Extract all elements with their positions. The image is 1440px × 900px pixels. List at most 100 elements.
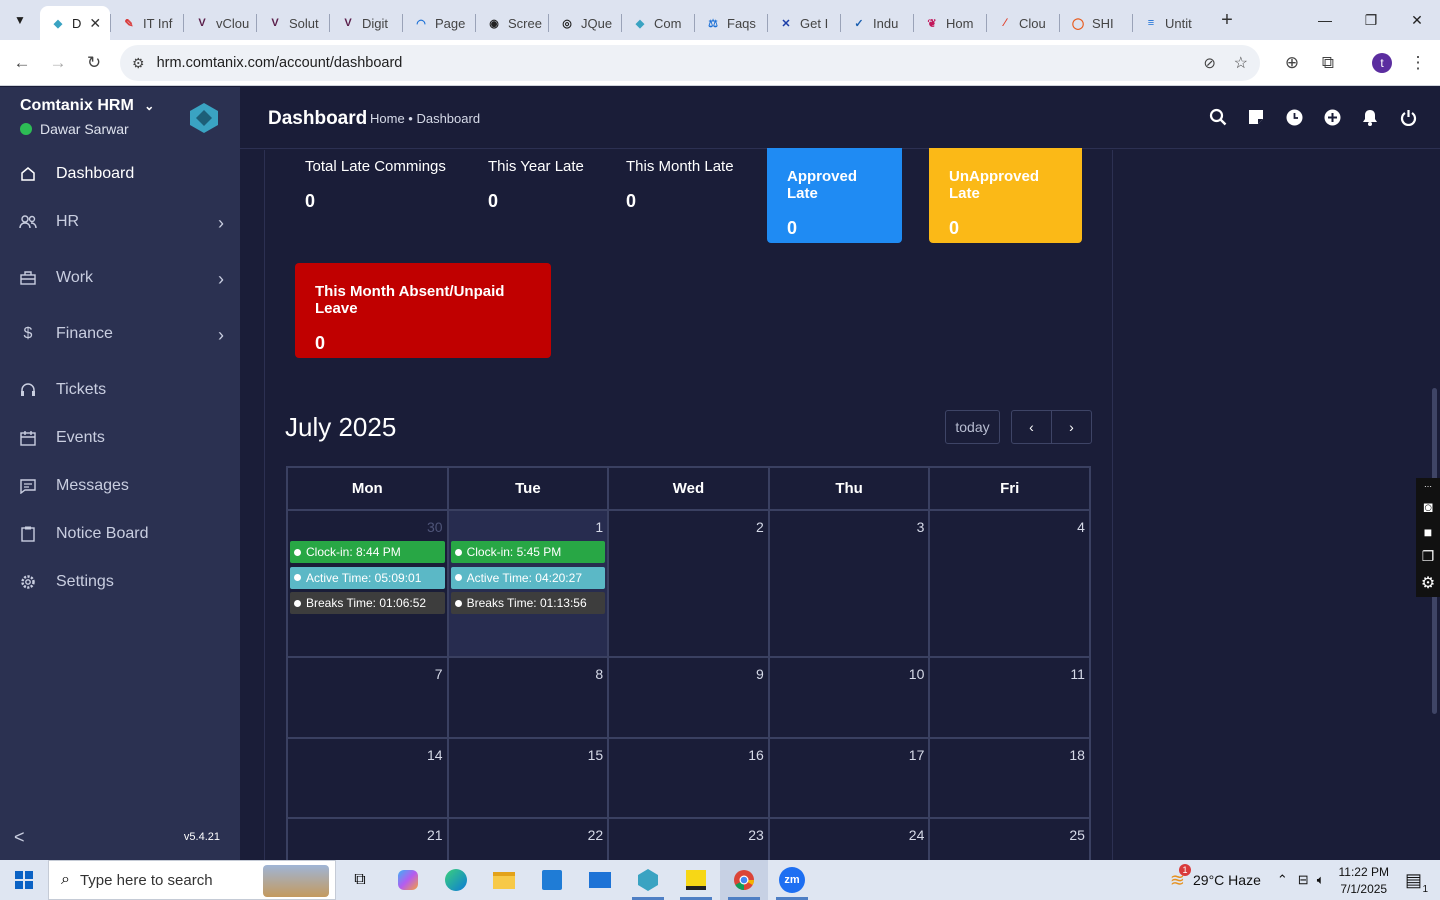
browser-tab[interactable]: ✎ IT Inf: [111, 6, 183, 40]
day-number[interactable]: 2: [756, 519, 764, 535]
forward-button[interactable]: →: [40, 45, 76, 81]
translate-icon[interactable]: ⊕: [1274, 45, 1310, 81]
day-number[interactable]: 1: [595, 519, 603, 535]
calendar-event[interactable]: Active Time: 05:09:01: [290, 566, 445, 589]
back-button[interactable]: ←: [4, 45, 40, 81]
calendar-event[interactable]: Active Time: 04:20:27: [450, 566, 606, 589]
weather-text[interactable]: 29°C Haze: [1193, 872, 1261, 888]
browser-tab[interactable]: VvClou: [184, 6, 256, 40]
day-number[interactable]: 9: [756, 666, 764, 682]
add-circle-icon[interactable]: [1322, 107, 1342, 127]
site-info-icon[interactable]: ⚙: [132, 55, 145, 72]
search-icon[interactable]: [1208, 107, 1228, 127]
bookmark-star-icon[interactable]: ☆: [1234, 53, 1248, 73]
browser-tab[interactable]: ◯ SHI: [1060, 6, 1132, 40]
copilot-icon[interactable]: [384, 860, 432, 900]
browser-tab[interactable]: ❦ Hom: [914, 6, 986, 40]
calendar-day-cell[interactable]: 2: [609, 511, 770, 656]
sidebar-item-dashboard[interactable]: Dashboard: [0, 152, 240, 196]
weather-icon[interactable]: ≋ 1: [1170, 863, 1192, 891]
calendar-day-cell[interactable]: 16: [609, 739, 770, 817]
day-number[interactable]: 14: [427, 747, 443, 763]
day-number[interactable]: 7: [435, 666, 443, 682]
notifications-icon[interactable]: ▤ 1: [1405, 870, 1428, 895]
calendar-day-cell[interactable]: 1 Clock-in: 5:45 PM Active Time: 04:20:27 B…: [448, 511, 610, 656]
browser-menu-icon[interactable]: ⋮: [1400, 45, 1436, 81]
day-number[interactable]: 11: [1070, 666, 1085, 682]
day-number[interactable]: 25: [1069, 827, 1085, 843]
network-icon[interactable]: ⊟: [1298, 872, 1309, 888]
absent-leave-card[interactable]: This Month Absent/Unpaid Leave 0: [295, 263, 551, 358]
camera-icon[interactable]: ◙: [1423, 499, 1432, 516]
power-icon[interactable]: [1398, 107, 1418, 127]
browser-tab[interactable]: ∕ Clou: [987, 6, 1059, 40]
calendar-day-cell[interactable]: 21: [288, 819, 449, 860]
approved-late-card[interactable]: Approved Late 0: [767, 148, 902, 243]
calendar-day-cell[interactable]: 17: [770, 739, 931, 817]
day-number[interactable]: 18: [1069, 747, 1085, 763]
mail-icon[interactable]: [576, 860, 624, 900]
calendar-day-cell[interactable]: 8: [449, 658, 610, 737]
url-field[interactable]: ⚙ hrm.comtanix.com/account/dashboard ⊘ ☆: [120, 45, 1260, 81]
sticky-notes-icon[interactable]: [672, 860, 720, 900]
new-tab-button[interactable]: +: [1211, 4, 1243, 36]
calendar-event[interactable]: Breaks Time: 01:06:52: [290, 592, 445, 614]
calendar-day-cell[interactable]: 11: [930, 658, 1089, 737]
zoom-icon[interactable]: zm: [768, 860, 816, 900]
browser-tab[interactable]: V Solut: [257, 6, 329, 40]
browser-tab[interactable]: ✕ Get I: [768, 6, 840, 40]
sidebar-item-events[interactable]: Events: [0, 416, 240, 460]
day-number[interactable]: 23: [748, 827, 764, 843]
browser-tab[interactable]: ⚖ Faqs: [695, 6, 767, 40]
collapse-sidebar-icon[interactable]: <: [14, 827, 25, 848]
browser-tab[interactable]: ✓ Indu: [841, 6, 913, 40]
brand-switcher[interactable]: Comtanix HRM ⌄: [20, 97, 154, 115]
browser-tab[interactable]: V Digit: [330, 6, 402, 40]
day-number[interactable]: 15: [588, 747, 604, 763]
sidebar-item-settings[interactable]: Settings: [0, 560, 240, 604]
day-number[interactable]: 10: [909, 666, 925, 682]
calendar-day-cell[interactable]: 23: [609, 819, 770, 860]
calendar-event[interactable]: Breaks Time: 01:13:56: [450, 592, 606, 614]
calendar-day-cell[interactable]: 25: [930, 819, 1089, 860]
close-window-button[interactable]: ✕: [1394, 0, 1440, 40]
day-number[interactable]: 30: [427, 519, 443, 535]
sidebar-item-tickets[interactable]: Tickets: [0, 368, 240, 412]
eye-slash-icon[interactable]: ⊘: [1203, 54, 1216, 72]
sidebar-item-messages[interactable]: Messages: [0, 464, 240, 508]
sidebar-item-finance[interactable]: $ Finance ›: [0, 312, 240, 356]
today-button[interactable]: today: [945, 410, 1000, 444]
calendar-day-cell[interactable]: 4: [930, 511, 1089, 656]
handle-icon[interactable]: ⋯: [1424, 482, 1432, 491]
comtanix-app-icon[interactable]: [624, 860, 672, 900]
sidebar-item-hr[interactable]: HR ›: [0, 200, 240, 244]
browser-tab[interactable]: ◆ D ✕: [40, 6, 110, 40]
taskbar-search[interactable]: ⌕ Type here to search: [48, 860, 336, 900]
day-number[interactable]: 24: [909, 827, 925, 843]
chrome-icon[interactable]: [720, 860, 768, 900]
browser-tab[interactable]: ◠ Page: [403, 6, 475, 40]
restore-button[interactable]: ❐: [1348, 0, 1394, 40]
calendar-day-cell[interactable]: 15: [449, 739, 610, 817]
bell-icon[interactable]: [1360, 107, 1380, 127]
chevron-up-icon[interactable]: ⌃: [1277, 872, 1288, 888]
volume-icon[interactable]: 🔈︎: [1317, 872, 1325, 888]
browser-tab[interactable]: ◎ JQue: [549, 6, 621, 40]
windows-start-icon[interactable]: [0, 860, 48, 900]
prev-month-button[interactable]: ‹: [1011, 410, 1052, 444]
video-icon[interactable]: ■: [1424, 524, 1432, 540]
minimize-button[interactable]: —: [1302, 0, 1348, 40]
day-number[interactable]: 16: [748, 747, 764, 763]
edge-icon[interactable]: [432, 860, 480, 900]
close-tab-icon[interactable]: ✕: [89, 15, 101, 32]
calendar-day-cell[interactable]: 22: [449, 819, 610, 860]
tab-search-chevron-icon[interactable]: ▼: [0, 0, 40, 40]
calendar-day-cell[interactable]: 24: [770, 819, 931, 860]
settings-gear-icon[interactable]: ⚙: [1421, 573, 1435, 593]
calendar-day-cell[interactable]: 7: [288, 658, 449, 737]
day-number[interactable]: 3: [917, 519, 925, 535]
task-view-icon[interactable]: ⧉: [336, 860, 384, 900]
unapproved-late-card[interactable]: UnApproved Late 0: [929, 148, 1082, 243]
day-number[interactable]: 21: [427, 827, 443, 843]
calendar-event[interactable]: Clock-in: 5:45 PM: [450, 541, 606, 563]
